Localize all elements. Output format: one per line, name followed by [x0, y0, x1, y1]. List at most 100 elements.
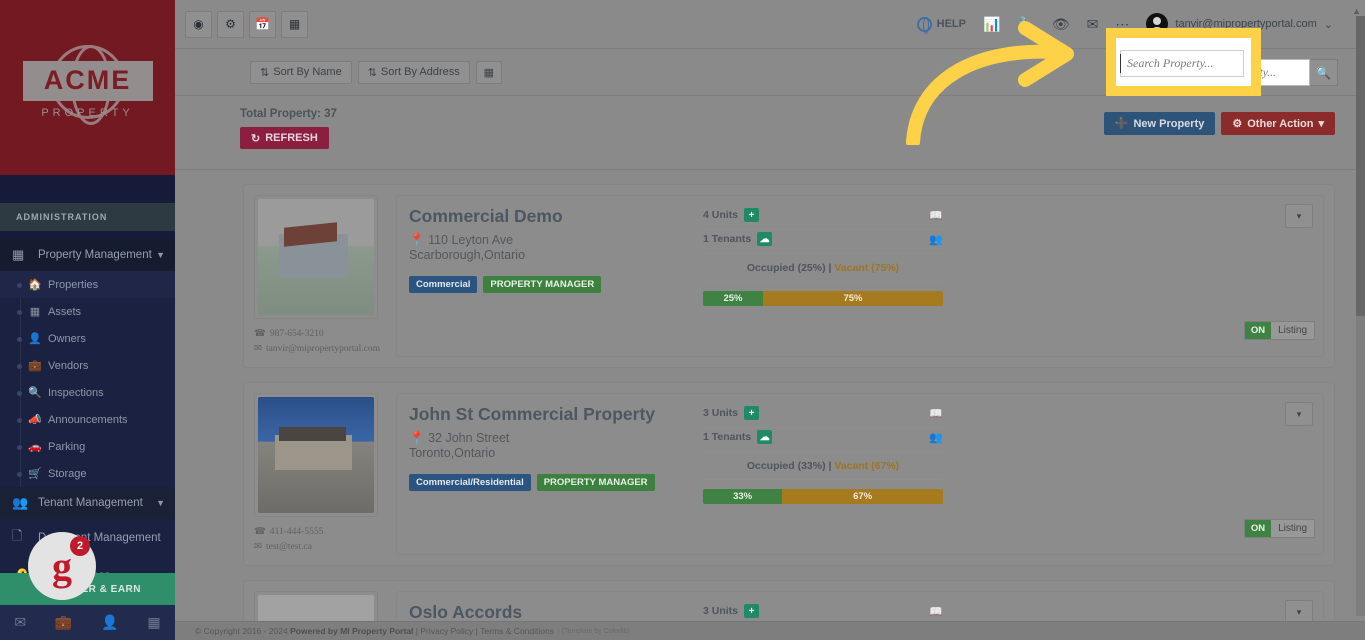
units-list-icon[interactable]: 📖	[929, 407, 943, 420]
privacy-policy-link[interactable]: Privacy Policy	[420, 626, 473, 636]
text-cursor	[1120, 54, 1121, 73]
sidebar-item-storage[interactable]: 🛒 Storage	[0, 460, 175, 487]
vertical-scrollbar[interactable]	[1356, 16, 1365, 616]
scroll-up-arrow[interactable]: ▲	[1352, 6, 1361, 16]
briefcase-icon[interactable]: 💼	[55, 614, 72, 631]
search-property-input-highlighted[interactable]: Search Property...	[1120, 50, 1244, 77]
sidebar-group-property-management[interactable]: ▦ Property Management ▼	[0, 239, 175, 271]
envelope-icon[interactable]: ✉	[14, 614, 26, 631]
units-list-icon[interactable]: 📖	[929, 209, 943, 222]
bullet-icon	[17, 364, 22, 369]
search-button[interactable]: 🔍	[1310, 59, 1338, 86]
listing-label: Listing	[1271, 520, 1314, 537]
refresh-button[interactable]: ↻ REFRESH	[240, 127, 329, 149]
property-email: test@test.ca	[265, 542, 312, 552]
property-photo[interactable]	[254, 393, 378, 517]
home-icon: 🏠	[28, 279, 42, 291]
plus-icon: ➕	[1114, 118, 1129, 130]
tenants-list-icon[interactable]: 👥	[929, 431, 943, 444]
address-line-1: 32 John Street	[428, 431, 510, 445]
referral-badge[interactable]: g 2	[28, 532, 96, 600]
logo-band: ACME	[22, 60, 153, 101]
property-badges: Commercial PROPERTY MANAGER	[409, 276, 689, 293]
sidebar-item-inspections[interactable]: 🔍 Inspections	[0, 379, 175, 406]
sidebar-item-properties[interactable]: 🏠 Properties	[0, 271, 175, 298]
referral-count: 2	[70, 536, 90, 556]
units-label: 4 Units	[703, 209, 739, 221]
sidebar-item-vendors[interactable]: 💼 Vendors	[0, 352, 175, 379]
property-photo[interactable]	[254, 195, 378, 319]
sidebar-item-label: Announcements	[48, 413, 128, 426]
user-icon: 👤	[28, 333, 42, 345]
listing-toggle[interactable]: ON Listing	[1243, 519, 1315, 538]
sort-by-name-button[interactable]: ⇅ Sort By Name	[250, 60, 352, 84]
add-unit-icon[interactable]: +	[744, 406, 760, 420]
add-unit-icon[interactable]: +	[744, 208, 760, 222]
add-unit-icon[interactable]: +	[744, 604, 760, 618]
grid-view-toggle[interactable]: ▦	[475, 60, 502, 84]
envelope-icon: ✉	[254, 344, 262, 354]
gear-icon[interactable]: ⚙	[217, 10, 244, 38]
footer: © Copyright 2016 - 2024 Powered by MI Pr…	[175, 621, 1365, 640]
sidebar: ACME PROPERTY ADMINISTRATION ▦ Property …	[0, 0, 175, 640]
units-row: 3 Units + 📖	[703, 404, 943, 428]
listing-state: ON	[1244, 520, 1272, 537]
calendar-icon[interactable]: 📅	[249, 10, 276, 38]
tenants-list-icon[interactable]: 👥	[929, 233, 943, 246]
other-action-label: Other Action	[1247, 117, 1314, 130]
property-role-badge: PROPERTY MANAGER	[483, 276, 602, 293]
occupancy-bar: 33% 67%	[703, 489, 943, 504]
scrollbar-thumb[interactable]	[1356, 16, 1365, 316]
add-tenant-icon[interactable]: ☁	[757, 430, 773, 444]
sort-by-address-button[interactable]: ⇅ Sort By Address	[357, 60, 470, 84]
add-tenant-icon[interactable]: ☁	[757, 232, 773, 246]
app-screen: ACME PROPERTY ADMINISTRATION ▦ Property …	[0, 0, 1365, 640]
calculator-icon[interactable]: ▦	[147, 614, 160, 631]
sort-icon: ⇅	[367, 66, 377, 79]
tenants-label: 1 Tenants	[703, 431, 752, 443]
bullet-icon	[17, 418, 22, 423]
property-address: 📍 110 Leyton Ave Scarborough,Ontario	[409, 233, 689, 263]
property-contact: ☎ 411-444-5555 ✉ test@test.ca	[254, 525, 386, 555]
property-card-body: Commercial Demo 📍 110 Leyton Ave Scarbor…	[396, 195, 1324, 357]
chevron-down-icon: ⌄	[1323, 18, 1333, 31]
property-actions-dropdown[interactable]: ▾	[1285, 402, 1313, 426]
brand-logo[interactable]: ACME PROPERTY	[0, 0, 175, 175]
new-property-label: New Property	[1133, 117, 1205, 130]
property-card[interactable]: ☎ 411-444-5555 ✉ test@test.ca John St Co…	[243, 382, 1335, 566]
property-photo-column: ☎ 987-654-3210 ✉ tanvir@mipropertyportal…	[254, 195, 386, 357]
sidebar-subnav: 🏠 Properties ▦ Assets 👤 Owners 💼 Vendors	[0, 271, 175, 487]
basket-icon: 🛒	[28, 468, 42, 480]
property-phone: 411-444-5555	[269, 527, 324, 537]
referral-letter: g	[52, 543, 72, 589]
property-actions-dropdown[interactable]: ▾	[1285, 204, 1313, 228]
occupancy-summary: Occupied (25%) | Vacant (75%)	[703, 254, 943, 282]
sidebar-section-label: ADMINISTRATION	[0, 203, 175, 231]
sidebar-item-parking[interactable]: 🚗 Parking	[0, 433, 175, 460]
logo-text: ACME	[43, 65, 132, 95]
property-title[interactable]: Commercial Demo	[409, 206, 689, 227]
dashboard-icon[interactable]: ◉	[185, 10, 212, 38]
sidebar-item-label: Assets	[48, 305, 82, 318]
property-card[interactable]: ☎ 987-654-3210 ✉ tanvir@mipropertyportal…	[243, 184, 1335, 368]
units-list-icon[interactable]: 📖	[929, 605, 943, 618]
sidebar-item-announcements[interactable]: 📣 Announcements	[0, 406, 175, 433]
listing-toggle[interactable]: ON Listing	[1243, 321, 1315, 340]
calculator-icon[interactable]: ▦	[281, 10, 308, 38]
property-title[interactable]: Oslo Accords	[409, 602, 689, 623]
terms-link[interactable]: Terms & Conditions	[480, 626, 554, 636]
chevron-down-icon: ▼	[156, 250, 165, 260]
bullet-icon	[17, 337, 22, 342]
new-property-button[interactable]: ➕ New Property	[1103, 112, 1216, 135]
user-icon[interactable]: 👤	[101, 614, 118, 631]
phone-icon: ☎	[254, 527, 266, 537]
property-info: Commercial Demo 📍 110 Leyton Ave Scarbor…	[409, 206, 689, 346]
sidebar-item-owners[interactable]: 👤 Owners	[0, 325, 175, 352]
occupied-label: Occupied (25%)	[746, 262, 826, 274]
sidebar-item-assets[interactable]: ▦ Assets	[0, 298, 175, 325]
other-action-button[interactable]: ⚙ Other Action ▾	[1221, 112, 1335, 135]
sidebar-item-label: Vendors	[48, 359, 89, 372]
sidebar-group-tenant-management[interactable]: 👥 Tenant Management ▼	[0, 487, 175, 519]
property-title[interactable]: John St Commercial Property	[409, 404, 689, 425]
tenants-row: 1 Tenants ☁ 👥	[703, 230, 943, 254]
